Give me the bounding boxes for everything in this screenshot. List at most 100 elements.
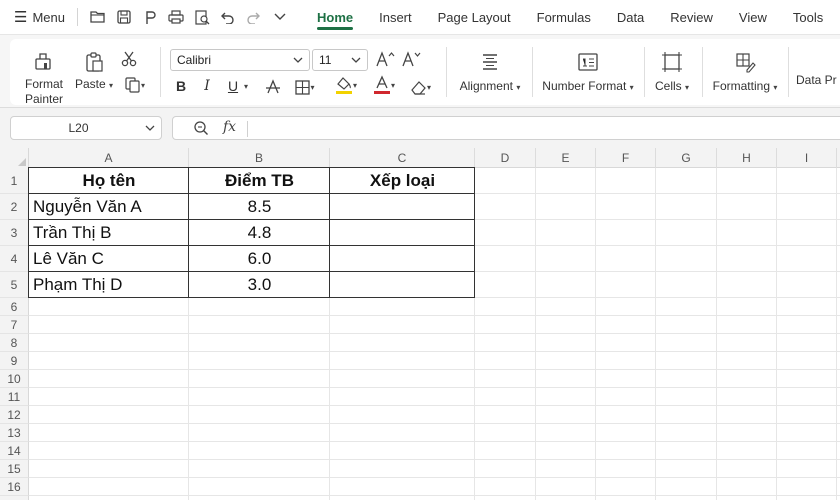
column-header-d[interactable]: D xyxy=(475,148,536,168)
row-header-4[interactable]: 4 xyxy=(0,246,29,272)
redo-icon[interactable] xyxy=(244,7,264,27)
clear-format-button[interactable]: ▾ xyxy=(406,77,436,97)
row-header-13[interactable]: 13 xyxy=(0,424,29,442)
column-header-i[interactable]: I xyxy=(777,148,837,168)
table-cell[interactable]: Trần Thị B xyxy=(29,220,189,246)
tab-review[interactable]: Review xyxy=(657,0,726,34)
format-painter-button[interactable]: Format Painter xyxy=(24,51,64,107)
row-header-5[interactable]: 5 xyxy=(0,272,29,298)
row-header-2[interactable]: 2 xyxy=(0,194,29,220)
formatting-button[interactable]: Formatting ▾ xyxy=(710,51,780,95)
alignment-button[interactable]: Alignment ▾ xyxy=(456,51,524,95)
fill-color-button[interactable]: ▾ xyxy=(330,75,362,95)
row-header-6[interactable]: 6 xyxy=(0,298,29,316)
column-header-a[interactable]: A xyxy=(29,148,189,168)
chevron-down-icon[interactable] xyxy=(270,7,290,27)
tab-view[interactable]: View xyxy=(726,0,780,34)
table-cell[interactable]: 6.0 xyxy=(189,246,330,272)
worksheet-grid[interactable]: ABCDEFGHI1234567891011121314151617Họ tên… xyxy=(0,148,840,500)
table-border xyxy=(29,193,475,194)
ribbon-divider xyxy=(446,47,447,97)
paste-icon xyxy=(86,52,103,72)
column-header-c[interactable]: C xyxy=(330,148,475,168)
export-pdf-icon[interactable] xyxy=(140,7,160,27)
table-header-cell[interactable]: Xếp loại xyxy=(330,168,475,194)
row-header-9[interactable]: 9 xyxy=(0,352,29,370)
tab-page-layout[interactable]: Page Layout xyxy=(425,0,524,34)
table-border xyxy=(474,167,475,298)
row-header-3[interactable]: 3 xyxy=(0,220,29,246)
tab-tools[interactable]: Tools xyxy=(780,0,836,34)
column-header-g[interactable]: G xyxy=(656,148,717,168)
table-cell[interactable]: Phạm Thị D xyxy=(29,272,189,298)
table-cell[interactable] xyxy=(330,194,475,220)
gridline xyxy=(29,459,840,460)
row-header-17[interactable]: 17 xyxy=(0,496,29,500)
row-header-10[interactable]: 10 xyxy=(0,370,29,388)
strikethrough-icon[interactable] xyxy=(262,77,284,97)
row-header-7[interactable]: 7 xyxy=(0,316,29,334)
save-icon[interactable] xyxy=(114,7,134,27)
table-cell[interactable] xyxy=(330,272,475,298)
tab-insert[interactable]: Insert xyxy=(366,0,425,34)
table-cell[interactable]: 8.5 xyxy=(189,194,330,220)
table-cell[interactable]: Lê Văn C xyxy=(29,246,189,272)
font-color-button[interactable]: ▾ xyxy=(368,75,400,95)
gridline xyxy=(655,168,656,500)
number-format-button[interactable]: Number Format ▾ xyxy=(540,51,636,95)
italic-button[interactable]: I xyxy=(198,78,216,94)
data-protection-label: Data Pr xyxy=(796,73,837,87)
table-border xyxy=(188,167,189,298)
cells-button[interactable]: Cells ▾ xyxy=(650,51,694,95)
paste-button[interactable]: Paste ▾ xyxy=(74,51,114,93)
print-preview-icon[interactable] xyxy=(192,7,212,27)
row-header-11[interactable]: 11 xyxy=(0,388,29,406)
row-header-1[interactable]: 1 xyxy=(0,168,29,194)
menu-button[interactable]: ☰ Menu xyxy=(0,0,75,34)
cut-icon[interactable] xyxy=(118,49,140,69)
table-cell[interactable]: Nguyễn Văn A xyxy=(29,194,189,220)
font-size-select[interactable]: 11 xyxy=(312,49,368,71)
column-header-f[interactable]: F xyxy=(596,148,656,168)
decrease-font-icon[interactable] xyxy=(400,49,422,69)
chevron-down-icon xyxy=(145,125,155,131)
bold-button[interactable]: B xyxy=(172,78,190,94)
zoom-icon[interactable] xyxy=(193,120,209,136)
select-all-corner[interactable] xyxy=(0,148,29,168)
hamburger-icon: ☰ xyxy=(14,8,28,26)
table-cell[interactable]: 4.8 xyxy=(189,220,330,246)
table-cell[interactable] xyxy=(330,246,475,272)
row-header-15[interactable]: 15 xyxy=(0,460,29,478)
chevron-down-icon: ▾ xyxy=(390,80,395,90)
data-protection-button[interactable]: Data Pr xyxy=(796,73,840,88)
increase-font-icon[interactable] xyxy=(374,49,396,69)
table-header-cell[interactable]: Điểm TB xyxy=(189,168,330,194)
formula-input[interactable]: fx xyxy=(172,116,840,140)
fx-icon[interactable]: fx xyxy=(223,119,236,135)
chevron-down-icon[interactable]: ▾ xyxy=(244,82,248,91)
row-header-16[interactable]: 16 xyxy=(0,478,29,496)
table-header-cell[interactable]: Họ tên xyxy=(29,168,189,194)
row-header-12[interactable]: 12 xyxy=(0,406,29,424)
open-folder-icon[interactable] xyxy=(88,7,108,27)
font-name-select[interactable]: Calibri xyxy=(170,49,310,71)
borders-button[interactable]: ▾ xyxy=(290,77,320,97)
column-header-b[interactable]: B xyxy=(189,148,330,168)
column-header-h[interactable]: H xyxy=(717,148,777,168)
undo-icon[interactable] xyxy=(218,7,238,27)
column-header-e[interactable]: E xyxy=(536,148,596,168)
row-header-8[interactable]: 8 xyxy=(0,334,29,352)
table-cell[interactable]: 3.0 xyxy=(189,272,330,298)
tab-home[interactable]: Home xyxy=(304,0,366,34)
row-header-14[interactable]: 14 xyxy=(0,442,29,460)
gridline xyxy=(29,315,840,316)
copy-button[interactable]: ▾ xyxy=(120,75,150,95)
name-box[interactable]: L20 xyxy=(10,116,162,140)
table-cell[interactable] xyxy=(330,220,475,246)
underline-button[interactable]: U xyxy=(224,78,242,94)
tab-data[interactable]: Data xyxy=(604,0,657,34)
print-icon[interactable] xyxy=(166,7,186,27)
name-box-value: L20 xyxy=(68,121,89,135)
ribbon-panel: Format Painter Paste ▾ ▾ Calibri 11 B I … xyxy=(10,39,840,107)
tab-formulas[interactable]: Formulas xyxy=(524,0,604,34)
